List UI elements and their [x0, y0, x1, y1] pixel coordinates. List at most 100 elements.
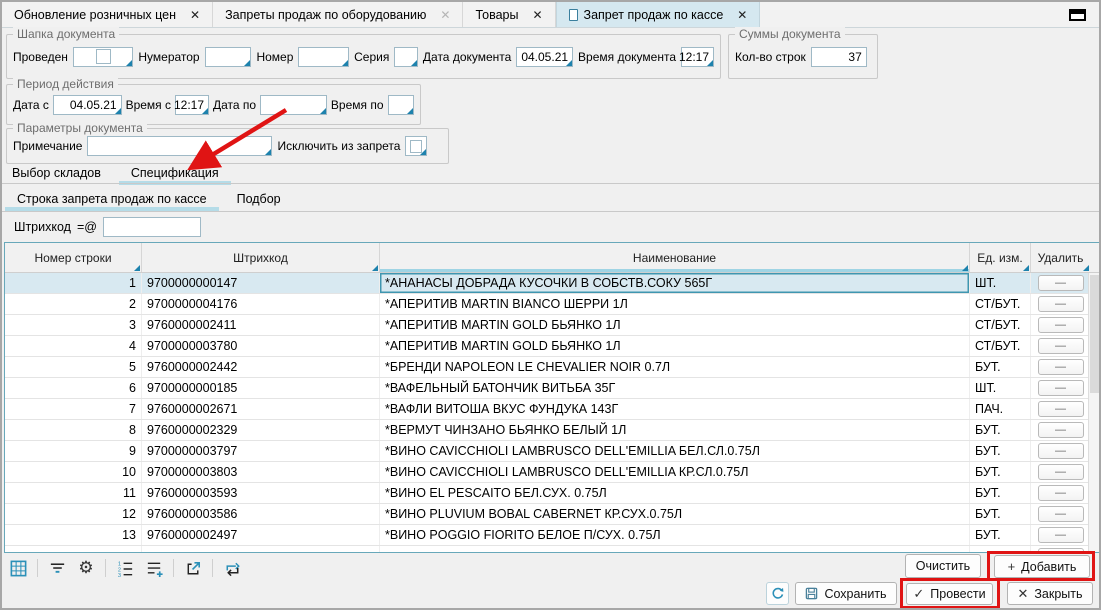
- window-tab[interactable]: Товары ✕: [463, 2, 555, 27]
- subtab-строка-запрета-продаж-по-кассе[interactable]: Строка запрета продаж по кассе: [15, 190, 209, 208]
- barcode-cell[interactable]: [142, 546, 380, 553]
- name-cell[interactable]: *БРЕНДИ NAPOLEON LE CHEVALIER NOIR 0.7Л: [380, 357, 970, 377]
- add-button[interactable]: + Добавить: [994, 555, 1090, 578]
- tab-close-icon[interactable]: ✕: [737, 8, 747, 22]
- time-to-field[interactable]: [388, 95, 415, 115]
- name-cell[interactable]: [380, 546, 970, 553]
- delete-row-button[interactable]: —: [1038, 548, 1084, 553]
- table-row[interactable]: 10 9700000003803 *ВИНО CAVICCHIOLI LAMBR…: [5, 462, 1100, 483]
- name-cell[interactable]: *ВИНО EL PESCAITO БЕЛ.СУХ. 0.75Л: [380, 483, 970, 503]
- unit-cell[interactable]: БУТ.: [970, 483, 1031, 503]
- delete-row-button[interactable]: —: [1038, 275, 1084, 291]
- row-number-cell[interactable]: 12: [5, 504, 142, 524]
- date-from-field[interactable]: 04.05.21: [53, 95, 122, 115]
- unit-cell[interactable]: СТ/БУТ.: [970, 336, 1031, 356]
- settings-gear-icon[interactable]: ⚙: [76, 558, 96, 578]
- time-from-field[interactable]: 12:17: [175, 95, 209, 115]
- note-field[interactable]: [87, 136, 272, 156]
- unit-cell[interactable]: ШТ.: [970, 378, 1031, 398]
- name-cell[interactable]: *АНАНАСЫ ДОБРАДА КУСОЧКИ В СОБСТВ.СОКУ 5…: [380, 273, 970, 293]
- row-number-cell[interactable]: 7: [5, 399, 142, 419]
- barcode-cell[interactable]: 9700000003780: [142, 336, 380, 356]
- barcode-cell[interactable]: 9760000002442: [142, 357, 380, 377]
- row-number-cell[interactable]: 6: [5, 378, 142, 398]
- delete-row-button[interactable]: —: [1038, 401, 1084, 417]
- tab-спецификация[interactable]: Спецификация: [129, 164, 221, 182]
- posted-field[interactable]: [73, 47, 133, 67]
- clear-button[interactable]: Очистить: [905, 554, 981, 578]
- unit-cell[interactable]: БУТ.: [970, 462, 1031, 482]
- exclude-from-ban-field[interactable]: [405, 136, 427, 156]
- row-number-cell[interactable]: 10: [5, 462, 142, 482]
- delete-row-button[interactable]: —: [1038, 506, 1084, 522]
- barcode-cell[interactable]: 9700000000185: [142, 378, 380, 398]
- column-header[interactable]: Штрихкод: [142, 243, 380, 272]
- barcode-cell[interactable]: 9700000004176: [142, 294, 380, 314]
- rows-count-field[interactable]: 37: [811, 47, 867, 67]
- unit-cell[interactable]: БУТ.: [970, 525, 1031, 545]
- tab-close-icon[interactable]: ✕: [440, 8, 450, 22]
- series-field[interactable]: [394, 47, 418, 67]
- table-row[interactable]: 3 9760000002411 *АПЕРИТИВ MARTIN GOLD БЬ…: [5, 315, 1100, 336]
- table-row[interactable]: 7 9760000002671 *ВАФЛИ ВИТОША ВКУС ФУНДУ…: [5, 399, 1100, 420]
- name-cell[interactable]: *ВАФЛИ ВИТОША ВКУС ФУНДУКА 143Г: [380, 399, 970, 419]
- name-cell[interactable]: *ВИНО PLUVIUM BOBAL CABERNET КР.СУХ.0.75…: [380, 504, 970, 524]
- name-cell[interactable]: *ВИНО CAVICCHIOLI LAMBRUSCO DELL'EMILLIA…: [380, 462, 970, 482]
- row-number-cell[interactable]: 3: [5, 315, 142, 335]
- column-header[interactable]: Номер строки: [5, 243, 142, 272]
- unit-cell[interactable]: БУТ.: [970, 420, 1031, 440]
- name-cell[interactable]: *ВЕРМУТ ЧИНЗАНО БЬЯНКО БЕЛЫЙ 1Л: [380, 420, 970, 440]
- name-cell[interactable]: *ВАФЕЛЬНЫЙ БАТОНЧИК ВИТЬБА 35Г: [380, 378, 970, 398]
- doc-time-field[interactable]: 12:17: [681, 47, 714, 67]
- name-cell[interactable]: *ВИНО POGGIO FIORITO БЕЛОЕ П/СУХ. 0.75Л: [380, 525, 970, 545]
- window-tab[interactable]: Запрет продаж по кассе ✕: [556, 2, 761, 27]
- barcode-cell[interactable]: 9700000000147: [142, 273, 380, 293]
- row-number-cell[interactable]: 1: [5, 273, 142, 293]
- barcode-cell[interactable]: 9760000003593: [142, 483, 380, 503]
- row-number-cell[interactable]: [5, 546, 142, 553]
- table-row[interactable]: 2 9700000004176 *АПЕРИТИВ MARTIN BIANCO …: [5, 294, 1100, 315]
- refresh-loop-icon[interactable]: [222, 558, 242, 578]
- delete-row-button[interactable]: —: [1038, 359, 1084, 375]
- name-cell[interactable]: *АПЕРИТИВ MARTIN GOLD БЬЯНКО 1Л: [380, 336, 970, 356]
- table-row[interactable]: 5 9760000002442 *БРЕНДИ NAPOLEON LE CHEV…: [5, 357, 1100, 378]
- barcode-cell[interactable]: 9700000003797: [142, 441, 380, 461]
- tab-close-icon[interactable]: ✕: [532, 8, 542, 22]
- barcode-cell[interactable]: 9760000002411: [142, 315, 380, 335]
- barcode-filter-input[interactable]: [103, 217, 201, 237]
- row-number-cell[interactable]: 9: [5, 441, 142, 461]
- delete-row-button[interactable]: —: [1038, 380, 1084, 396]
- delete-row-button[interactable]: —: [1038, 464, 1084, 480]
- post-button[interactable]: ✓ Провести: [906, 583, 993, 605]
- open-external-icon[interactable]: [183, 558, 203, 578]
- row-number-cell[interactable]: 8: [5, 420, 142, 440]
- table-row[interactable]: 4 9700000003780 *АПЕРИТИВ MARTIN GOLD БЬ…: [5, 336, 1100, 357]
- tab-выбор-складов[interactable]: Выбор складов: [10, 164, 103, 182]
- table-row[interactable]: 13 9760000002497 *ВИНО POGGIO FIORITO БЕ…: [5, 525, 1100, 546]
- table-row[interactable]: 6 9700000000185 *ВАФЕЛЬНЫЙ БАТОНЧИК ВИТЬ…: [5, 378, 1100, 399]
- name-cell[interactable]: *ВИНО CAVICCHIOLI LAMBRUSCO DELL'EMILLIA…: [380, 441, 970, 461]
- unit-cell[interactable]: [970, 546, 1031, 553]
- add-rows-icon[interactable]: [144, 558, 164, 578]
- column-header[interactable]: Наименование: [380, 243, 970, 272]
- unit-cell[interactable]: БУТ.: [970, 357, 1031, 377]
- table-row[interactable]: 1 9700000000147 *АНАНАСЫ ДОБРАДА КУСОЧКИ…: [5, 273, 1100, 294]
- row-number-cell[interactable]: 5: [5, 357, 142, 377]
- window-maximize-icon[interactable]: [1069, 9, 1086, 21]
- unit-cell[interactable]: БУТ.: [970, 504, 1031, 524]
- posted-checkbox[interactable]: [96, 49, 111, 64]
- number-field[interactable]: [298, 47, 349, 67]
- row-number-cell[interactable]: 4: [5, 336, 142, 356]
- delete-row-button[interactable]: —: [1038, 443, 1084, 459]
- save-button[interactable]: Сохранить: [795, 582, 897, 605]
- table-row[interactable]: 12 9760000003586 *ВИНО PLUVIUM BOBAL CAB…: [5, 504, 1100, 525]
- unit-cell[interactable]: ПАЧ.: [970, 399, 1031, 419]
- vertical-scrollbar[interactable]: [1088, 273, 1100, 552]
- name-cell[interactable]: *АПЕРИТИВ MARTIN BIANCO ШЕРРИ 1Л: [380, 294, 970, 314]
- delete-row-button[interactable]: —: [1038, 422, 1084, 438]
- close-button[interactable]: ✕ Закрыть: [1007, 582, 1093, 605]
- unit-cell[interactable]: СТ/БУТ.: [970, 315, 1031, 335]
- unit-cell[interactable]: ШТ.: [970, 273, 1031, 293]
- barcode-cell[interactable]: 9760000003586: [142, 504, 380, 524]
- barcode-cell[interactable]: 9760000002671: [142, 399, 380, 419]
